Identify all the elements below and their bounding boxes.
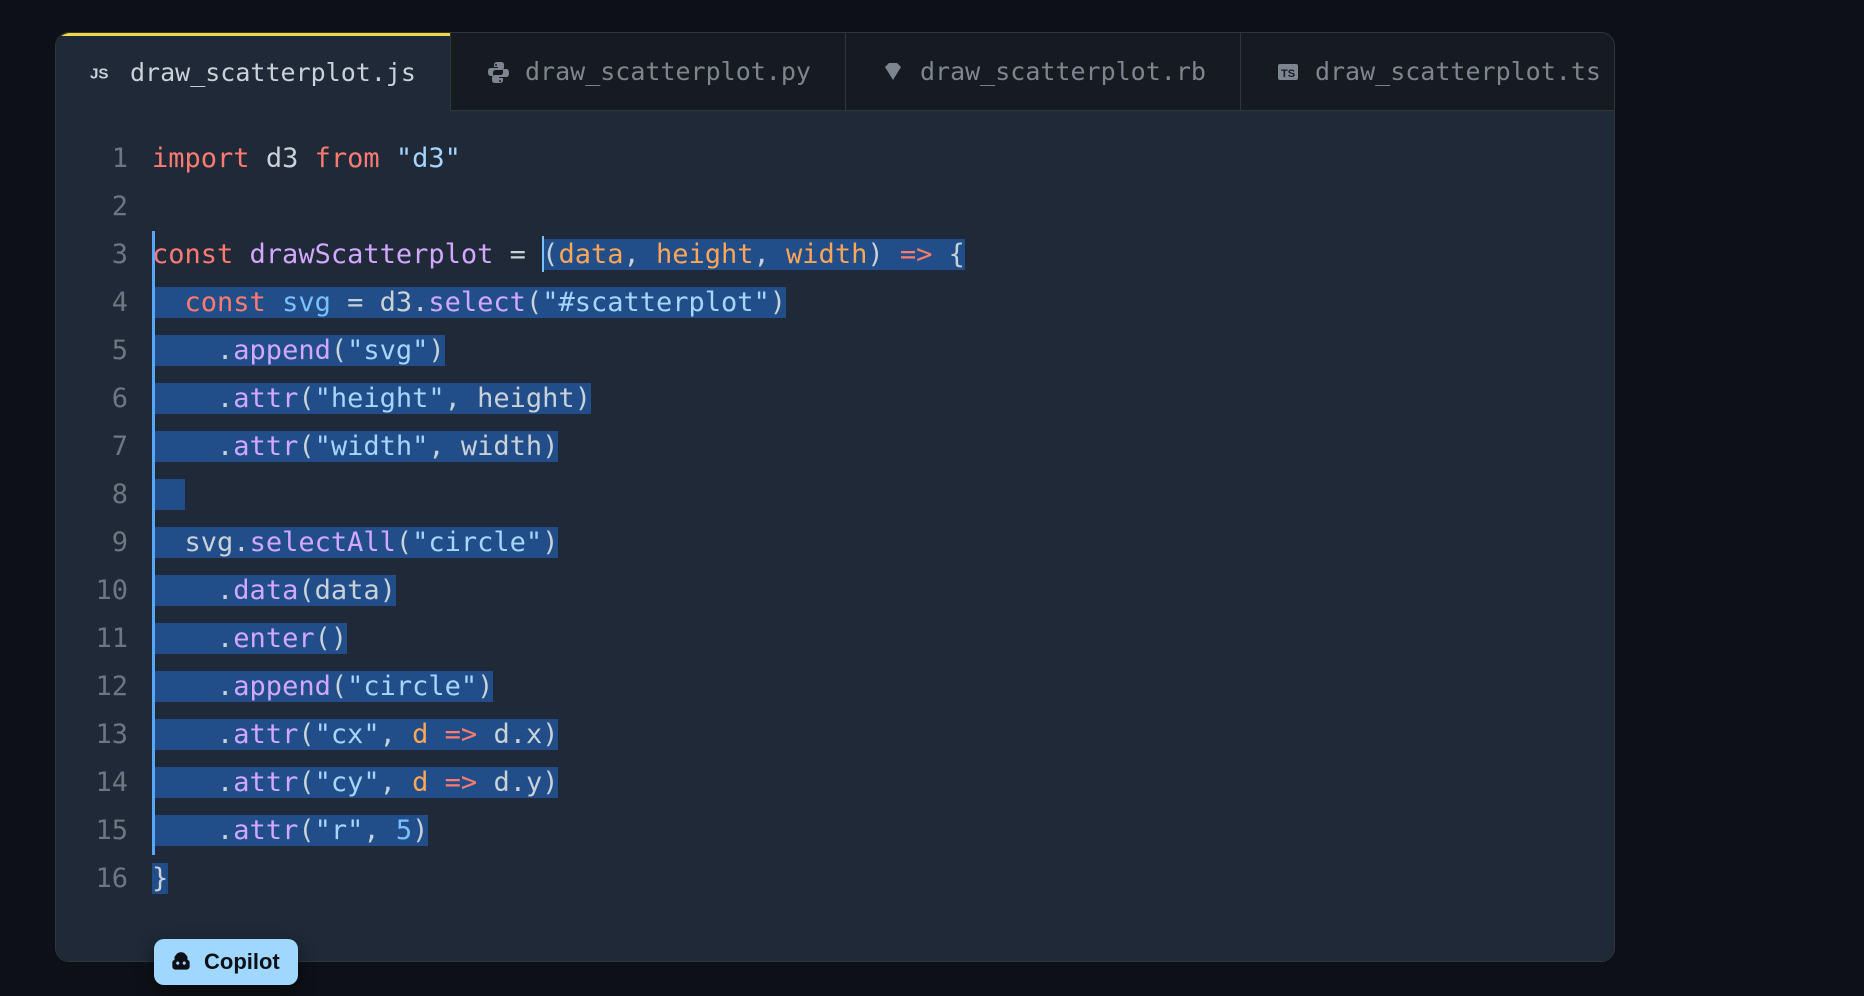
line-number: 11 [56,615,152,663]
line-content[interactable]: const drawScatterplot = (data, height, w… [152,231,1614,279]
code-line: 8 [56,471,1614,519]
code-line: 16 } [56,855,1614,903]
line-number: 12 [56,663,152,711]
line-number: 4 [56,279,152,327]
line-number: 16 [56,855,152,903]
copilot-icon [168,949,194,975]
tab-label: draw_scatterplot.py [525,57,811,86]
line-number: 1 [56,135,152,183]
line-content[interactable]: .enter() [152,615,1614,663]
line-content[interactable]: import d3 from "d3" [152,135,1614,183]
code-line: 9 svg.selectAll("circle") [56,519,1614,567]
line-content[interactable]: .append("svg") [152,327,1614,375]
svg-text:JS: JS [90,66,109,83]
line-number: 8 [56,471,152,519]
line-content[interactable]: .attr("height", height) [152,375,1614,423]
code-line: 12 .append("circle") [56,663,1614,711]
code-line: 4 const svg = d3.select("#scatterplot") [56,279,1614,327]
tab-js[interactable]: JS draw_scatterplot.js [56,33,451,111]
line-number: 2 [56,183,152,231]
text-cursor [542,236,544,272]
line-content[interactable]: .attr("width", width) [152,423,1614,471]
code-line: 11 .enter() [56,615,1614,663]
svg-text:TS: TS [1281,68,1295,80]
python-icon [485,59,511,85]
code-line: 15 .attr("r", 5) [56,807,1614,855]
line-content[interactable]: .attr("r", 5) [152,807,1614,855]
line-number: 13 [56,711,152,759]
tab-rb[interactable]: draw_scatterplot.rb [846,33,1241,111]
code-line: 13 .attr("cx", d => d.x) [56,711,1614,759]
line-number: 3 [56,231,152,279]
ruby-icon [880,59,906,85]
line-content[interactable]: .append("circle") [152,663,1614,711]
line-content[interactable] [152,471,1614,519]
code-line: 7 .attr("width", width) [56,423,1614,471]
editor-window: JS draw_scatterplot.js draw_scatterplot.… [55,32,1615,962]
code-line: 3 const drawScatterplot = (data, height,… [56,231,1614,279]
code-editor[interactable]: 1 import d3 from "d3" 2 3 const drawScat… [56,111,1614,961]
code-line: 10 .data(data) [56,567,1614,615]
ts-icon: TS [1275,59,1301,85]
line-number: 7 [56,423,152,471]
code-line: 14 .attr("cy", d => d.y) [56,759,1614,807]
code-line: 6 .attr("height", height) [56,375,1614,423]
tab-label: draw_scatterplot.js [130,58,416,87]
tab-py[interactable]: draw_scatterplot.py [451,33,846,111]
code-line: 1 import d3 from "d3" [56,135,1614,183]
line-content[interactable]: .data(data) [152,567,1614,615]
selection-gutter [152,231,155,855]
line-content[interactable]: svg.selectAll("circle") [152,519,1614,567]
tab-label: draw_scatterplot.rb [920,57,1206,86]
tab-ts[interactable]: TS draw_scatterplot.ts [1241,33,1614,111]
line-content[interactable]: .attr("cx", d => d.x) [152,711,1614,759]
js-icon: JS [90,59,116,85]
line-content[interactable]: } [152,855,1614,903]
copilot-button[interactable]: Copilot [154,939,298,985]
copilot-label: Copilot [204,949,280,975]
line-number: 6 [56,375,152,423]
line-content[interactable]: .attr("cy", d => d.y) [152,759,1614,807]
tab-bar: JS draw_scatterplot.js draw_scatterplot.… [56,33,1614,111]
code-line: 2 [56,183,1614,231]
line-number: 5 [56,327,152,375]
line-number: 15 [56,807,152,855]
code-line: 5 .append("svg") [56,327,1614,375]
line-number: 10 [56,567,152,615]
tab-label: draw_scatterplot.ts [1315,57,1601,86]
line-content[interactable]: const svg = d3.select("#scatterplot") [152,279,1614,327]
line-number: 9 [56,519,152,567]
line-number: 14 [56,759,152,807]
